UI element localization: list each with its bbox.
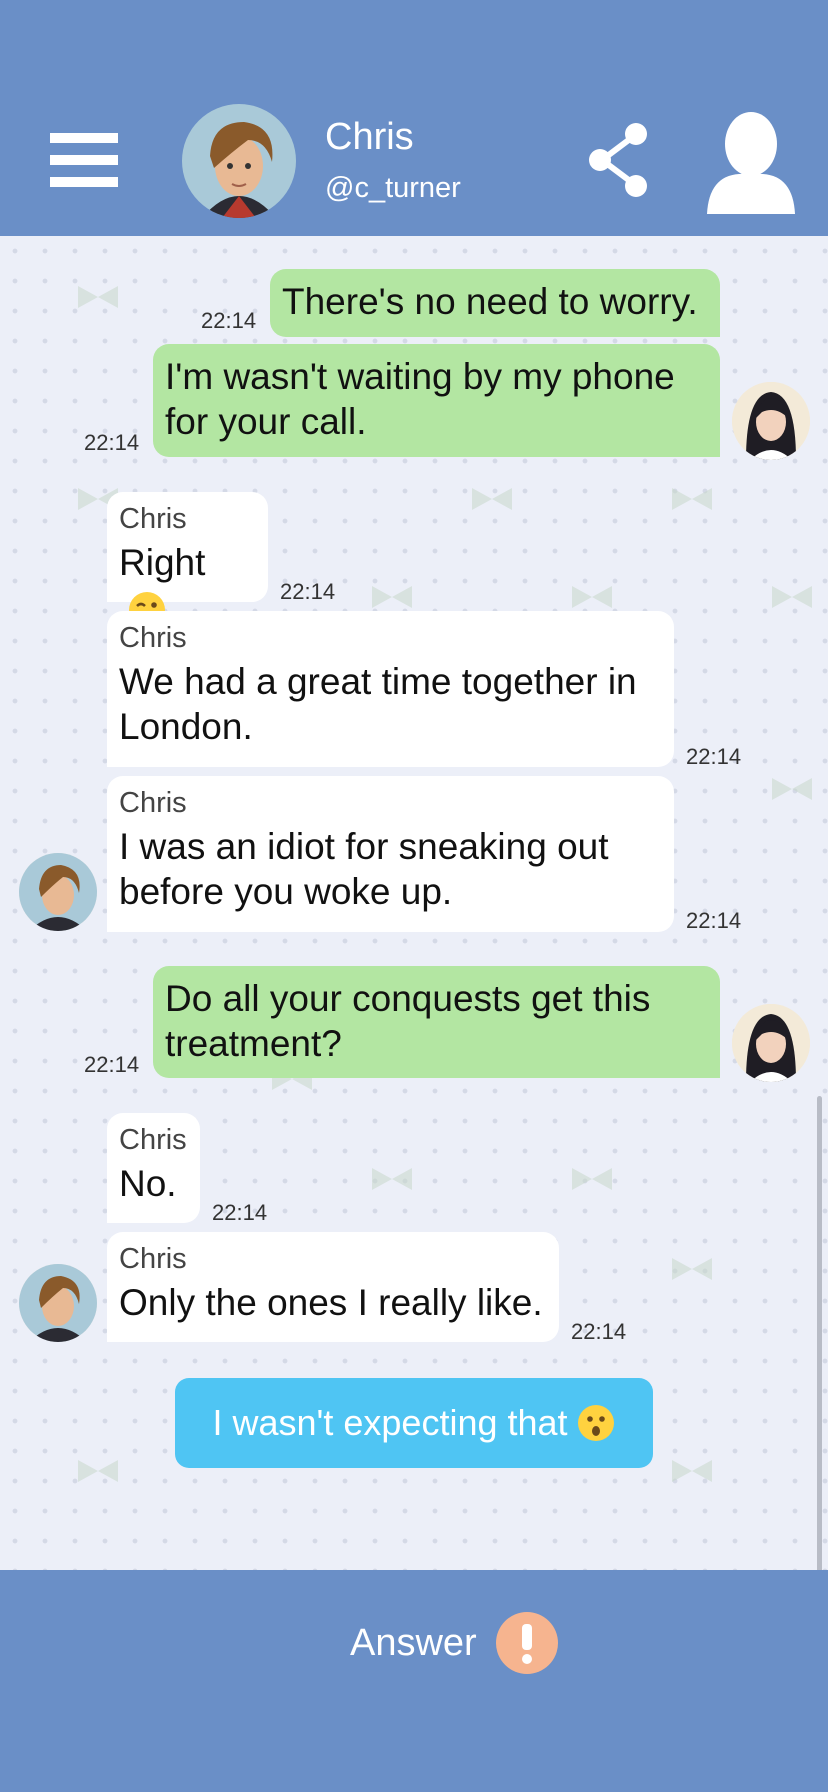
- profile-icon[interactable]: [705, 110, 797, 214]
- alert-icon[interactable]: [496, 1612, 558, 1674]
- message-time: 22:14: [686, 744, 742, 769]
- contact-name: Chris: [325, 116, 414, 158]
- message-text: No.: [119, 1163, 177, 1204]
- reply-choice-text: I wasn't expecting that: [212, 1402, 568, 1443]
- message-time: 22:14: [280, 579, 336, 604]
- user-avatar: [732, 382, 810, 460]
- share-icon[interactable]: [580, 120, 660, 200]
- contact-handle: @c_turner: [325, 172, 461, 204]
- bow-decoration: [772, 778, 812, 800]
- message-time: 22:14: [212, 1200, 268, 1225]
- answer-bar: [0, 1570, 828, 1792]
- answer-button[interactable]: Answer: [350, 1622, 477, 1665]
- message-time: 22:14: [84, 1052, 140, 1077]
- sender-name: Chris: [119, 1243, 187, 1275]
- message-bubble-incoming: Chris Only the ones I really like.: [107, 1232, 559, 1342]
- message-text: I was an idiot for sneaking out before y…: [119, 826, 609, 912]
- message-text: We had a great time together in London.: [119, 661, 637, 747]
- contact-avatar-small: [19, 1264, 97, 1342]
- message-time: 22:14: [201, 308, 257, 333]
- chat-scrollbar[interactable]: [817, 1096, 822, 1570]
- contact-avatar-small: [19, 853, 97, 931]
- sender-name: Chris: [119, 622, 187, 654]
- bow-decoration: [78, 286, 118, 308]
- sender-name: Chris: [119, 503, 187, 535]
- reply-choice-button[interactable]: I wasn't expecting that: [175, 1378, 653, 1468]
- message-text: Do all your conquests get this treatment…: [165, 978, 651, 1064]
- message-bubble-incoming: Chris Right: [107, 492, 268, 629]
- bow-decoration: [672, 1258, 712, 1280]
- message-bubble-outgoing: I'm wasn't waiting by my phone for your …: [153, 344, 720, 457]
- bow-decoration: [372, 586, 412, 608]
- message-bubble-outgoing: Do all your conquests get this treatment…: [153, 966, 720, 1078]
- contact-avatar[interactable]: [182, 104, 296, 218]
- message-bubble-outgoing: There's no need to worry.: [270, 269, 720, 337]
- bow-decoration: [572, 1168, 612, 1190]
- sender-name: Chris: [119, 787, 187, 819]
- sender-name: Chris: [119, 1124, 187, 1156]
- message-time: 22:14: [571, 1319, 627, 1344]
- bow-decoration: [472, 488, 512, 510]
- message-bubble-incoming: Chris No.: [107, 1113, 200, 1223]
- message-text: I'm wasn't waiting by my phone for your …: [165, 356, 675, 442]
- surprised-emoji-icon: [577, 1405, 614, 1441]
- message-text: Only the ones I really like.: [119, 1282, 543, 1323]
- message-time: 22:14: [84, 430, 140, 455]
- bow-decoration: [372, 1168, 412, 1190]
- bow-decoration: [772, 586, 812, 608]
- message-bubble-incoming: Chris We had a great time together in Lo…: [107, 611, 674, 767]
- bow-decoration: [78, 1460, 118, 1482]
- message-text: Right: [119, 542, 206, 583]
- user-avatar: [732, 1004, 810, 1082]
- menu-icon[interactable]: [50, 133, 118, 191]
- bow-decoration: [672, 488, 712, 510]
- bow-decoration: [572, 586, 612, 608]
- bow-decoration: [672, 1460, 712, 1482]
- message-text: There's no need to worry.: [282, 281, 698, 322]
- message-time: 22:14: [686, 908, 742, 933]
- message-bubble-incoming: Chris I was an idiot for sneaking out be…: [107, 776, 674, 932]
